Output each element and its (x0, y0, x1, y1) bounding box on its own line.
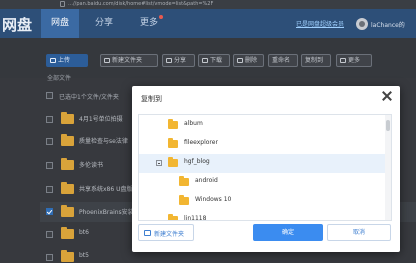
cancel-button[interactable]: 取消 (327, 224, 391, 241)
rename-button[interactable]: 重命名 (268, 54, 298, 67)
file-name[interactable]: bt6 (79, 229, 89, 236)
row-checkbox[interactable] (46, 231, 53, 238)
file-name[interactable]: 质量检查与se法律 (79, 136, 128, 145)
more-icon (340, 58, 346, 63)
row-checkbox-checked[interactable] (46, 208, 53, 215)
tree-item-android[interactable]: android (139, 173, 385, 192)
file-name[interactable]: bt5 (79, 252, 89, 259)
folder-icon (61, 182, 74, 194)
tree-item-windows-10[interactable]: Windows 10 (139, 192, 385, 211)
svip-link[interactable]: 已是网盘超级会员 (296, 19, 344, 28)
copy-to-button[interactable]: 复制到 (301, 54, 331, 67)
folder-tree: album fileexplorer hgf_blog android Wind… (138, 114, 392, 221)
more-button[interactable]: 更多 (336, 54, 372, 67)
new-folder-icon (144, 230, 151, 236)
trash-icon (237, 58, 243, 63)
row-checkbox[interactable] (46, 186, 53, 193)
row-checkbox[interactable] (46, 254, 53, 261)
tree-item-label: album (184, 120, 203, 127)
download-button[interactable]: 下载 (198, 54, 230, 67)
share-icon (166, 58, 172, 63)
nav-tab-disk[interactable]: 网盘 (41, 9, 79, 38)
folder-icon (61, 250, 74, 262)
new-folder-label: 新建文件夹 (154, 231, 185, 238)
folder-icon (168, 214, 178, 220)
file-name[interactable]: PhoenixBrains安装 (79, 207, 134, 216)
confirm-button[interactable]: 确定 (253, 224, 323, 241)
avatar[interactable] (356, 18, 368, 30)
collapse-icon[interactable] (156, 160, 162, 166)
download-icon (202, 58, 208, 63)
new-folder-icon (104, 58, 110, 63)
tree-item-label: lin1118 (184, 215, 207, 221)
folder-icon (179, 195, 189, 205)
tree-item-fileexplorer[interactable]: fileexplorer (139, 135, 385, 154)
browser-url-bar[interactable]: …//pan.baidu.com/disk/home#list/vmode=li… (0, 0, 416, 9)
folder-icon (61, 227, 74, 239)
file-name[interactable]: 多伦读书 (79, 160, 103, 169)
row-checkbox[interactable] (46, 162, 53, 169)
screen: …//pan.baidu.com/disk/home#list/vmode=li… (0, 0, 416, 263)
folder-icon (168, 157, 178, 167)
file-name[interactable]: 共享系统x86 U盘版 (79, 184, 133, 193)
select-all-checkbox[interactable] (46, 92, 53, 99)
upload-icon (50, 58, 56, 63)
tree-item-label: android (195, 177, 218, 184)
folder-icon (61, 158, 74, 170)
scrollbar-thumb[interactable] (386, 120, 390, 131)
folder-icon (61, 205, 74, 217)
tree-item-label: Windows 10 (195, 196, 232, 203)
lock-icon (60, 1, 65, 7)
selection-info: 已选中1个文件/文件夹 (59, 94, 119, 101)
nav-tab-more[interactable]: 更多 (134, 9, 164, 38)
toolbar: 上传 新建文件夹 分享 下载 删除 重命名 复制到 更多 (0, 38, 416, 78)
tree-item-lin1118[interactable]: lin1118 (139, 211, 385, 221)
upload-button[interactable]: 上传 (46, 54, 88, 67)
new-folder-button[interactable]: 新建文件夹 (100, 54, 158, 67)
file-name[interactable]: 4月1号单位拍摄 (79, 114, 123, 123)
copy-to-dialog: 复制到 album fileexplorer hgf_blog android (132, 86, 400, 252)
url-text: …//pan.baidu.com/disk/home#list/vmode=li… (68, 1, 214, 7)
delete-button[interactable]: 删除 (233, 54, 264, 67)
row-checkbox[interactable] (46, 116, 53, 123)
close-icon[interactable] (382, 91, 392, 101)
username[interactable]: laChance的 (371, 20, 405, 29)
tree-item-album[interactable]: album (139, 116, 385, 135)
share-button[interactable]: 分享 (162, 54, 195, 67)
folder-icon (61, 134, 74, 146)
app-logo[interactable]: 网盘 (2, 14, 32, 35)
folder-icon (61, 112, 74, 124)
row-checkbox[interactable] (46, 138, 53, 145)
folder-icon (179, 176, 189, 186)
tree-item-label: hgf_blog (184, 158, 210, 165)
folder-icon (168, 119, 178, 129)
folder-icon (168, 138, 178, 148)
dialog-title: 复制到 (141, 95, 162, 103)
breadcrumb[interactable]: 全部文件 (47, 73, 71, 82)
notification-dot (159, 15, 163, 19)
tree-item-label: fileexplorer (184, 139, 218, 146)
dialog-new-folder-button[interactable]: 新建文件夹 (138, 224, 194, 241)
tree-item-hgf-blog[interactable]: hgf_blog (139, 154, 385, 173)
nav-tab-share[interactable]: 分享 (88, 9, 120, 38)
app-header: 网盘 网盘 分享 更多 已是网盘超级会员 laChance的 (0, 9, 416, 38)
